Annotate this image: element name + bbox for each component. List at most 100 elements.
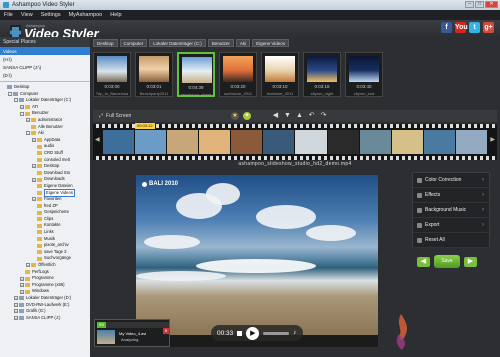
tree-item[interactable]: + SANSA CLIPP (J:) — [0, 315, 90, 322]
redo-icon[interactable]: ↷ — [319, 111, 328, 120]
facebook-icon[interactable]: f — [441, 22, 452, 33]
panel-item-music[interactable]: Background Music › — [413, 203, 489, 218]
panel-item-effects[interactable]: Effects › — [413, 188, 489, 203]
expand-toggle-icon[interactable]: + — [14, 316, 18, 321]
tree-item[interactable]: + Grafik (G:) — [0, 308, 90, 315]
tree-item[interactable]: Alle Benutzer — [0, 124, 90, 131]
cancel-queue-icon[interactable]: ✕ — [163, 328, 169, 334]
media-thumbnail[interactable]: 0:03:18 cityrun_night — [303, 52, 341, 97]
tree-item[interactable]: PerfLogs — [0, 269, 90, 276]
tree-item[interactable]: Clips — [0, 216, 90, 223]
expand-toggle-icon[interactable]: + — [20, 283, 24, 288]
tree-item[interactable]: - Computer — [0, 91, 90, 98]
expand-toggle-icon[interactable]: - — [8, 91, 12, 96]
previous-arrow-icon[interactable]: ◀ — [417, 256, 430, 267]
tree-item[interactable]: + Windows — [0, 288, 90, 295]
arrow-left-icon[interactable]: ◀ — [271, 111, 280, 120]
tree-item[interactable]: + Downloads — [0, 176, 90, 183]
menu-file[interactable]: File — [4, 12, 13, 18]
breadcrumb-item[interactable]: Desktop — [93, 39, 118, 47]
tree-item[interactable]: Gespeicherte — [0, 209, 90, 216]
menu-view[interactable]: View — [21, 12, 33, 18]
expand-toggle-icon[interactable]: + — [14, 302, 18, 307]
tree-item[interactable]: + Desktop — [0, 163, 90, 170]
expand-toggle-icon[interactable]: + — [14, 296, 18, 301]
play-button[interactable]: ▶ — [246, 326, 260, 340]
expand-toggle-icon[interactable]: + — [32, 197, 36, 202]
tree-item[interactable]: + Programme — [0, 275, 90, 282]
tree-item[interactable]: + AppData — [0, 137, 90, 144]
panel-item-export[interactable]: Export › — [413, 218, 489, 233]
maximize-button[interactable]: □ — [475, 1, 484, 8]
undo-icon[interactable]: ↶ — [307, 111, 316, 120]
tree-item[interactable]: + DVD-RW-Laufwerk (E:) — [0, 302, 90, 309]
stop-icon[interactable] — [237, 330, 243, 336]
tree-item[interactable]: Kontakte — [0, 222, 90, 229]
tree-item[interactable]: + Lokaler Datenträger (D:) — [0, 295, 90, 302]
tree-item[interactable]: fred ZP — [0, 203, 90, 210]
media-thumbnail[interactable]: 0:03:10 footstore_2011 — [261, 52, 299, 97]
media-thumbnail[interactable]: 0:03:20 surfmovie_2011 — [219, 52, 257, 97]
twitter-icon[interactable]: t — [469, 22, 480, 33]
minimize-button[interactable]: – — [465, 1, 474, 8]
arrow-up-icon[interactable]: ▲ — [295, 111, 304, 120]
sidebar-place-item[interactable]: Videos — [0, 47, 90, 55]
expand-toggle-icon[interactable]: + — [26, 263, 30, 268]
tree-item[interactable]: Links — [0, 229, 90, 236]
breadcrumb-item[interactable]: Lokaler Datenträger (C:) — [149, 39, 206, 47]
panel-item-color-correction[interactable]: Color Correction › — [413, 173, 489, 188]
expand-toggle-icon[interactable]: - — [26, 131, 30, 136]
close-button[interactable]: ✕ — [485, 1, 498, 8]
menu-settings[interactable]: Settings — [41, 12, 61, 18]
tree-item[interactable]: + administrator — [0, 117, 90, 124]
arrow-down-icon[interactable]: ▼ — [283, 111, 292, 120]
tree-item[interactable]: consoled melt — [0, 157, 90, 164]
media-thumbnail[interactable]: 0:03:01 Beachparty2011 — [135, 52, 173, 97]
tree-item[interactable]: pixote_archiv — [0, 242, 90, 249]
media-thumbnail[interactable]: 0:03:40 cityrun_end — [345, 52, 383, 97]
favorite-star-icon[interactable]: ★ — [231, 112, 239, 120]
tree-item[interactable]: - Benutzer — [0, 110, 90, 117]
tree-item[interactable]: CRD Stuff — [0, 150, 90, 157]
sidebar-place-item[interactable]: SANSA CLIPP (J:\) — [0, 63, 90, 71]
youtube-icon[interactable]: You — [455, 22, 468, 33]
tree-item[interactable]: Suchvorgänge — [0, 255, 90, 262]
tree-item[interactable]: Desktop — [0, 84, 90, 91]
expand-toggle-icon[interactable]: + — [32, 177, 36, 182]
speaker-icon[interactable]: ♪ — [293, 330, 296, 336]
timeline-filmstrip[interactable]: 00:00:12 ◀ ▶ — [93, 123, 497, 160]
media-thumbnail[interactable]: 0:03:00 Trip_to_Barcelona — [93, 52, 131, 97]
breadcrumb-item[interactable]: Eigene Videos — [252, 39, 290, 47]
breadcrumb-item[interactable]: Benutzer — [207, 39, 234, 47]
tree-item[interactable]: - Lokaler Datenträger (C:) — [0, 97, 90, 104]
fullscreen-button[interactable]: ⤢ Full Screen — [99, 113, 131, 119]
tree-item[interactable]: save Tage 3 — [0, 249, 90, 256]
tree-item[interactable]: + ATI — [0, 104, 90, 111]
tree-item[interactable]: + Favoriten — [0, 196, 90, 203]
tree-item[interactable]: + Programme (x86) — [0, 282, 90, 289]
breadcrumb-item[interactable]: Aki — [235, 39, 251, 47]
tree-item[interactable]: Download Sto — [0, 170, 90, 177]
playhead-time[interactable]: 00:00:12 — [135, 123, 155, 129]
panel-item-reset[interactable]: Reset All — [413, 233, 489, 248]
expand-toggle-icon[interactable]: - — [20, 111, 24, 116]
video-preview[interactable]: BALI 2010 00:33 ▶ ♪ — [136, 175, 378, 347]
google-icon[interactable]: g+ — [483, 22, 494, 33]
expand-toggle-icon[interactable]: + — [20, 276, 24, 281]
tree-item[interactable]: - Aki — [0, 130, 90, 137]
volume-slider[interactable] — [263, 331, 290, 335]
menu-help[interactable]: Help — [110, 12, 121, 18]
expand-toggle-icon[interactable]: + — [32, 164, 36, 169]
sidebar-place-item[interactable]: (H:\) — [0, 55, 90, 63]
menu-myashampoo[interactable]: MyAshampoo — [69, 12, 103, 18]
tree-item[interactable]: Eigene Videos — [0, 188, 90, 198]
next-arrow-icon[interactable]: ▶ — [464, 256, 477, 267]
expand-toggle-icon[interactable]: + — [20, 105, 24, 110]
scroll-left-icon[interactable]: ◀ — [95, 136, 100, 143]
tree-item[interactable]: audio — [0, 143, 90, 150]
expand-toggle-icon[interactable]: + — [14, 309, 18, 314]
auto-enhance-icon[interactable]: ✦ — [243, 112, 251, 120]
expand-toggle-icon[interactable]: + — [26, 118, 30, 123]
expand-toggle-icon[interactable]: + — [32, 138, 36, 143]
save-button[interactable]: Save — [434, 255, 460, 268]
